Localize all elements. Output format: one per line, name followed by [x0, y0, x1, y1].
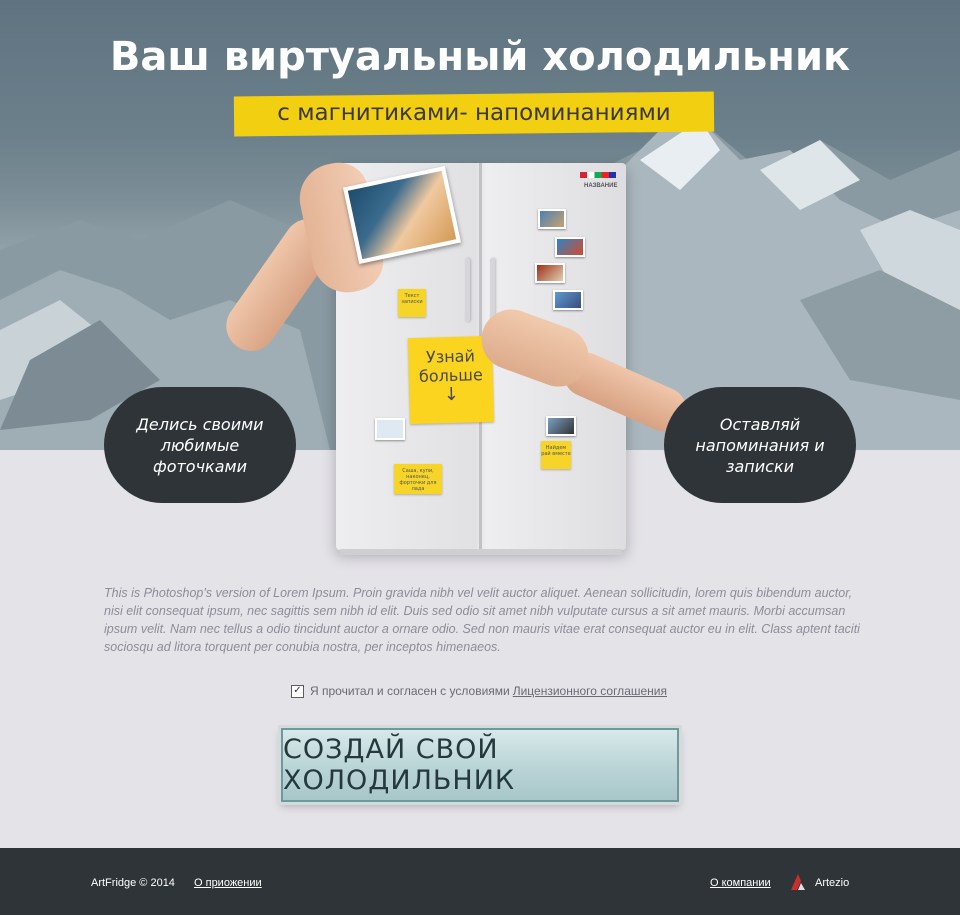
page-subtitle: с магнитиками- напоминаниями [277, 100, 671, 126]
license-agreement: ✓ Я прочитал и согласен с условиями Лице… [291, 683, 667, 699]
feature-bubble-notes-text: Оставляй напоминания и записки [695, 414, 825, 476]
photo-magnet [555, 237, 585, 257]
license-link[interactable]: Лицензионного соглашения [513, 684, 667, 698]
about-company-link[interactable]: О компании [710, 877, 771, 889]
sticky-note: Саша, купи, наконец, форточки для лада [394, 464, 442, 494]
create-fridge-button[interactable]: СОЗДАЙ СВОЙ ХОЛОДИЛЬНИК [281, 728, 679, 802]
feature-bubble-photos-text: Делись своими любимые фоточками [136, 414, 264, 476]
photo-magnet [546, 416, 576, 436]
language-flags [580, 172, 616, 178]
paperclip-magnet [375, 418, 405, 440]
artezio-logo-icon[interactable] [789, 873, 807, 891]
sticky-note: Найдем рай вместе [541, 441, 571, 469]
page-title: Ваш виртуальный холодильник [109, 34, 851, 80]
description-text: This is Photoshop's version of Lorem Ips… [104, 586, 860, 654]
fridge-handle-left [465, 258, 470, 322]
footer-copyright: ArtFridge © 2014 [91, 877, 175, 889]
learn-more-note[interactable]: Узнай больше ↓ [407, 335, 495, 425]
fridge-base [340, 549, 622, 555]
photo-magnet [535, 263, 565, 283]
footer-brand: Artezio [815, 877, 850, 889]
feature-bubble-notes: Оставляй напоминания и записки [664, 387, 856, 503]
agreement-text: Я прочитал и согласен с условиями [310, 684, 510, 698]
sticky-note: Текст записки [398, 289, 426, 317]
fridge-name-label: НАЗВАНИЕ [584, 183, 618, 189]
photo-magnet [538, 209, 566, 229]
arrow-down-icon: ↓ [443, 383, 460, 406]
about-app-link[interactable]: О приожении [194, 877, 262, 889]
learn-more-label: Узнай больше [418, 346, 484, 386]
photo-magnet [553, 290, 583, 310]
feature-bubble-photos: Делись своими любимые фоточками [104, 387, 296, 503]
agreement-checkbox[interactable]: ✓ [291, 684, 304, 698]
footer: ArtFridge © 2014 О приожении О компании … [0, 848, 960, 915]
check-icon: ✓ [293, 685, 302, 696]
fridge-handle-right [490, 258, 495, 322]
